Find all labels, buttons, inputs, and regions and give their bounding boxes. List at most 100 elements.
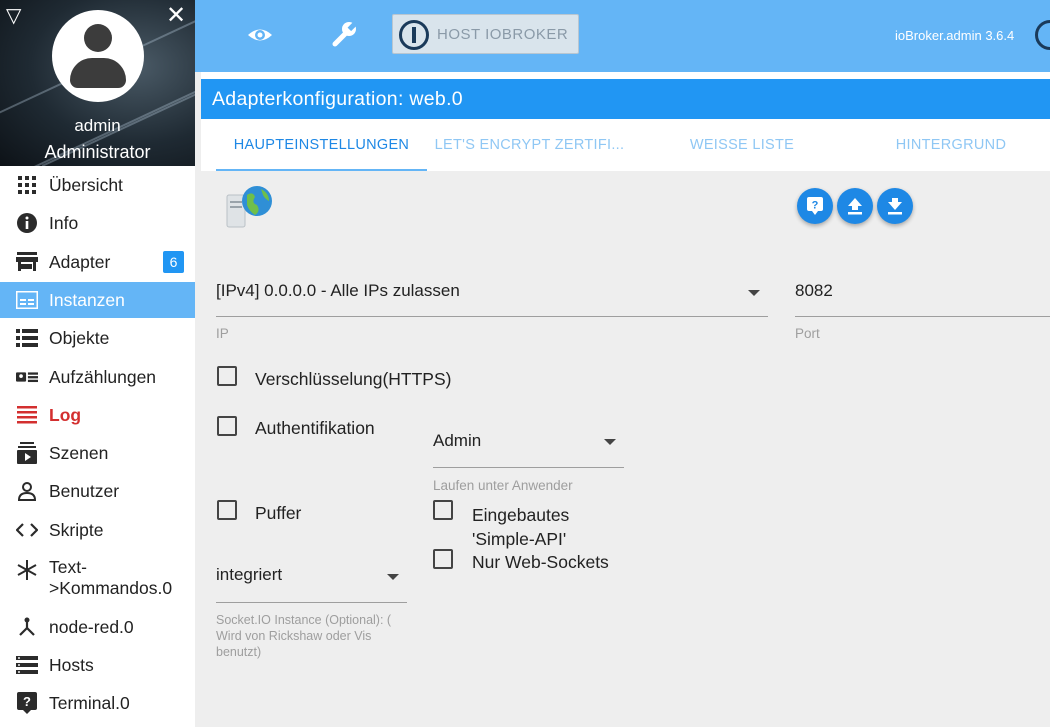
sidebar-header: ▽ ✕ admin Administrator — [0, 0, 195, 166]
info-icon — [16, 212, 38, 234]
simple-api-label: Eingebautes 'Simple-API' — [472, 505, 570, 549]
websockets-checkbox[interactable] — [433, 549, 453, 569]
sidebar-item-szenen[interactable]: Szenen — [0, 435, 195, 471]
tab-lets-encrypt[interactable]: LET'S ENCRYPT ZERTIFI... — [427, 119, 632, 171]
socketio-value: integriert — [216, 565, 283, 584]
socketio-label: Socket.IO Instance (Optional): ( Wird vo… — [216, 613, 392, 659]
svg-text:?: ? — [812, 200, 819, 212]
sidebar-item-label: Instanzen — [49, 289, 125, 310]
host-button[interactable]: HOST IOBROKER — [392, 14, 579, 54]
tab-hintergrund[interactable]: HINTERGRUND — [861, 119, 1041, 171]
sidebar-item-log[interactable]: Log — [0, 397, 195, 433]
sidebar-item-label: Text- >Kommandos.0 — [49, 557, 173, 598]
port-label: Port — [795, 326, 820, 341]
simple-api-checkbox[interactable] — [433, 500, 453, 520]
sidebar-item-label: Log — [49, 404, 82, 425]
sidebar-item-objekte[interactable]: Objekte — [0, 320, 195, 356]
sidebar-item-skripte[interactable]: Skripte — [0, 512, 195, 548]
list-icon — [16, 327, 38, 349]
chevron-down-icon — [604, 439, 616, 445]
node-red-icon — [16, 616, 38, 638]
instances-icon — [16, 289, 38, 311]
download-icon — [888, 198, 902, 215]
tab-bar: HAUPTEINSTELLUNGEN LET'S ENCRYPT ZERTIFI… — [201, 119, 1050, 171]
sidebar-item-hosts[interactable]: Hosts — [0, 647, 195, 683]
snowflake-icon — [16, 559, 38, 581]
help-icon: ? — [807, 197, 823, 215]
ip-select[interactable]: [IPv4] 0.0.0.0 - Alle IPs zulassen — [216, 274, 768, 317]
sidebar-item-label: Benutzer — [49, 480, 120, 501]
adapter-config-panel: Adapterkonfiguration: web.0 HAUPTEINSTEL… — [201, 72, 1050, 727]
https-checkbox[interactable] — [217, 366, 237, 386]
user-role: Administrator — [44, 142, 151, 162]
close-icon[interactable]: ✕ — [166, 4, 186, 28]
sidebar-item-label: Szenen — [49, 442, 109, 463]
top-bar: HOST IOBROKER ioBroker.admin 3.6.4 — [195, 0, 1050, 72]
tab-haupteinstellungen[interactable]: HAUPTEINSTELLUNGEN — [216, 119, 427, 171]
host-label: HOST IOBROKER — [437, 26, 569, 43]
sidebar-item-label: Terminal.0 — [49, 692, 130, 713]
sidebar-item-aufzaehlungen[interactable]: Aufzählungen — [0, 359, 195, 395]
sidebar-item-label: Objekte — [49, 327, 110, 348]
sidebar-item-label: Adapter — [49, 251, 111, 272]
sidebar-item-label: Übersicht — [49, 174, 123, 195]
chevron-down-icon — [387, 574, 399, 580]
port-value: 8082 — [795, 281, 833, 300]
settings-content: ? [IPv4] 0.0.0.0 - Alle IPs zulassen IP … — [201, 171, 1050, 727]
sidebar: ▽ ✕ admin Administrator Übersicht Info A… — [0, 0, 195, 727]
version-label: ioBroker.admin 3.6.4 — [895, 28, 1015, 43]
sidebar-item-label: Aufzählungen — [49, 366, 157, 387]
help-button[interactable]: ? — [797, 188, 833, 224]
run-as-value: Admin — [433, 431, 482, 450]
auth-checkbox[interactable] — [217, 416, 237, 436]
terminal-icon: ? — [16, 692, 38, 714]
auth-label: Authentifikation — [255, 418, 375, 438]
code-icon — [16, 519, 38, 541]
run-as-label: Laufen unter Anwender — [433, 478, 573, 493]
sidebar-item-adapter[interactable]: Adapter 6 — [0, 244, 195, 280]
user-icon — [16, 480, 38, 502]
log-icon — [16, 404, 38, 426]
run-as-user-select[interactable]: Admin — [433, 426, 624, 468]
iobroker-logo-icon — [399, 20, 429, 50]
socketio-select[interactable]: integriert — [216, 556, 407, 603]
upload-button[interactable] — [837, 188, 873, 224]
port-input[interactable]: 8082 — [795, 274, 1050, 317]
cache-label: Puffer — [255, 503, 302, 523]
page-title: Adapterkonfiguration: web.0 — [212, 88, 463, 110]
https-label: Verschlüsselung(HTTPS) — [255, 369, 452, 389]
svg-text:?: ? — [23, 694, 31, 709]
sidebar-item-label: node-red.0 — [49, 616, 134, 637]
upload-icon — [848, 198, 862, 215]
sidebar-item-label: Hosts — [49, 654, 94, 675]
store-icon — [16, 251, 38, 273]
websockets-label: Nur Web-Sockets — [472, 552, 609, 572]
sidebar-item-terminal[interactable]: ? Terminal.0 — [0, 685, 195, 721]
adapter-count-badge: 6 — [163, 251, 184, 273]
chevron-down-icon — [748, 290, 760, 296]
avatar — [52, 10, 144, 102]
download-button[interactable] — [877, 188, 913, 224]
sidebar-item-text-kommandos[interactable]: Text- >Kommandos.0 — [0, 557, 195, 603]
wrench-icon[interactable] — [331, 20, 359, 48]
sidebar-item-label: Skripte — [49, 519, 104, 540]
eye-icon[interactable] — [247, 22, 273, 48]
ip-select-value: [IPv4] 0.0.0.0 - Alle IPs zulassen — [216, 281, 460, 300]
sidebar-item-uebersicht[interactable]: Übersicht — [0, 167, 195, 203]
title-bar: Adapterkonfiguration: web.0 — [201, 79, 1050, 119]
sidebar-item-info[interactable]: Info — [0, 205, 195, 241]
sidebar-item-benutzer[interactable]: Benutzer — [0, 473, 195, 509]
grid-icon — [16, 174, 38, 196]
sidebar-item-instanzen[interactable]: Instanzen — [0, 282, 195, 318]
web-adapter-logo-icon — [225, 183, 275, 231]
scenes-icon — [16, 442, 38, 464]
cache-checkbox[interactable] — [217, 500, 237, 520]
tab-weisse-liste[interactable]: WEISSE LISTE — [652, 119, 832, 171]
ip-label: IP — [216, 326, 229, 341]
user-name: admin — [74, 116, 121, 135]
sidebar-item-label: Info — [49, 212, 79, 233]
hosts-icon — [16, 654, 38, 676]
iobroker-logo-icon[interactable] — [1035, 20, 1050, 50]
menu-toggle-icon[interactable]: ▽ — [6, 6, 21, 26]
sidebar-item-node-red[interactable]: node-red.0 — [0, 609, 195, 645]
